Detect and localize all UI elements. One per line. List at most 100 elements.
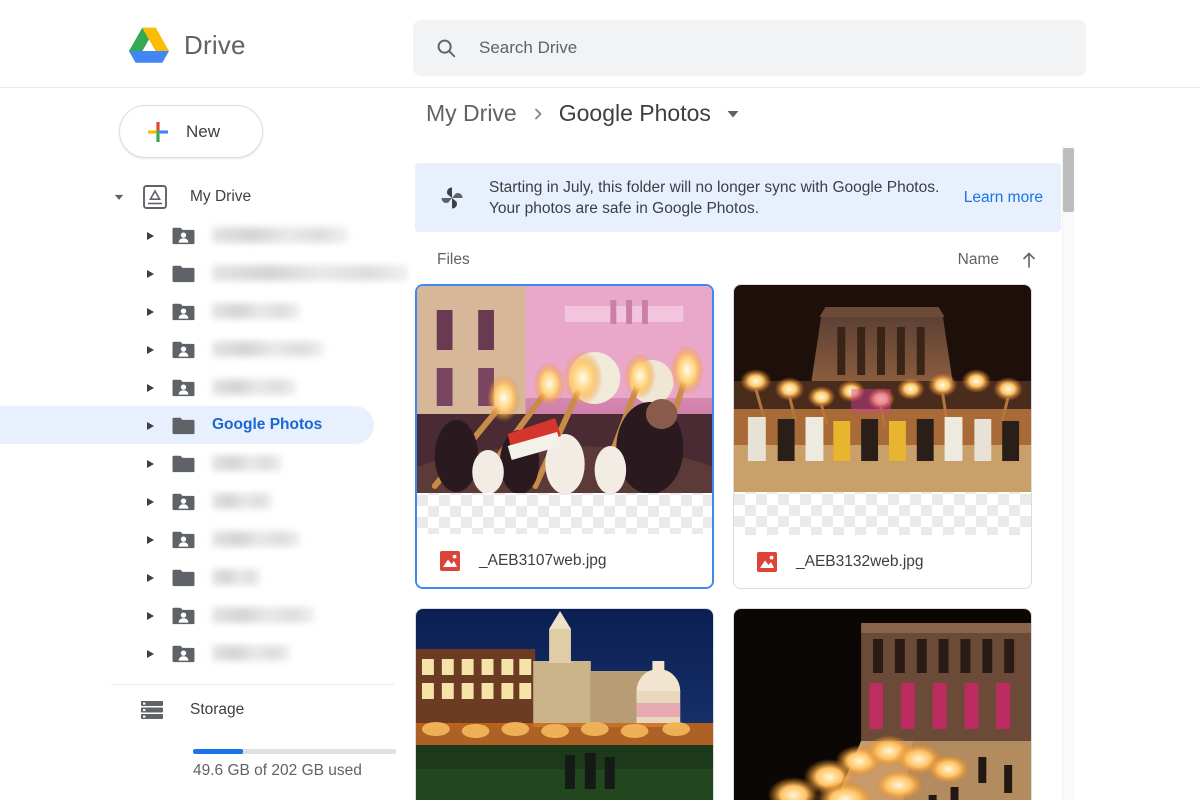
breadcrumb-my-drive[interactable]: My Drive xyxy=(426,100,517,127)
caret-right-icon[interactable] xyxy=(145,306,155,316)
files-header-row: Files Name xyxy=(415,240,1063,280)
plus-icon xyxy=(146,120,170,144)
banner-line-1: Starting in July, this folder will no lo… xyxy=(489,179,939,196)
sidebar-item-7[interactable] xyxy=(0,482,413,520)
folder-tree: My Drive Google Photos xyxy=(0,178,413,672)
file-card[interactable] xyxy=(415,608,714,800)
folder-icon xyxy=(171,415,212,436)
caret-right-icon[interactable] xyxy=(145,458,155,468)
file-name-label: _AEB3132web.jpg xyxy=(796,553,924,571)
shared-folder-icon xyxy=(171,301,212,322)
vertical-scrollbar-thumb[interactable] xyxy=(1063,148,1074,212)
file-thumbnail-area xyxy=(734,609,1031,800)
sidebar-divider xyxy=(111,684,394,685)
sidebar-item-label-redacted xyxy=(212,493,272,509)
sort-by-name-button[interactable]: Name xyxy=(958,251,999,269)
sidebar-item-label-redacted xyxy=(212,265,408,281)
search-bar[interactable] xyxy=(413,20,1086,76)
app-header: Drive xyxy=(0,0,1200,88)
breadcrumb: My Drive Google Photos xyxy=(426,100,739,127)
google-drive-app: Drive New xyxy=(0,0,1200,800)
sidebar-item-label-redacted xyxy=(212,227,348,243)
file-thumbnail-area xyxy=(416,609,713,800)
search-icon xyxy=(435,37,457,59)
folder-icon xyxy=(171,567,212,588)
file-card[interactable] xyxy=(733,608,1032,800)
sidebar-item-google-photos[interactable]: Google Photos xyxy=(0,406,374,444)
chevron-down-icon[interactable] xyxy=(727,110,739,118)
folder-icon xyxy=(171,453,212,474)
search-input[interactable] xyxy=(477,37,1037,59)
sidebar-item-10[interactable] xyxy=(0,596,413,634)
caret-down-icon[interactable] xyxy=(114,192,124,202)
file-card-footer: _AEB3107web.jpg xyxy=(417,534,712,587)
learn-more-link[interactable]: Learn more xyxy=(964,189,1043,207)
sync-notice-banner: Starting in July, this folder will no lo… xyxy=(415,163,1061,232)
storage-section[interactable]: Storage 49.6 GB of 202 GB used xyxy=(0,700,413,720)
sidebar-item-1[interactable] xyxy=(0,254,413,292)
file-card-footer: _AEB3132web.jpg xyxy=(734,535,1031,588)
sidebar-item-label-redacted xyxy=(212,303,300,319)
sidebar-item-0[interactable] xyxy=(0,216,413,254)
file-grid: _AEB3107web.jpg xyxy=(415,284,1063,800)
sidebar-item-4[interactable] xyxy=(0,368,413,406)
sidebar-item-label-redacted xyxy=(212,645,290,661)
sidebar-item-11[interactable] xyxy=(0,634,413,672)
sidebar-item-label-redacted xyxy=(212,569,260,585)
google-photos-pinwheel-icon xyxy=(439,185,489,211)
file-thumbnail-image xyxy=(417,286,712,493)
breadcrumb-google-photos[interactable]: Google Photos xyxy=(559,100,711,127)
caret-right-icon[interactable] xyxy=(145,382,155,392)
caret-right-icon[interactable] xyxy=(145,344,155,354)
caret-right-icon[interactable] xyxy=(145,496,155,506)
vertical-scrollbar-track[interactable] xyxy=(1062,145,1075,800)
folder-icon xyxy=(171,263,212,284)
sidebar-item-6[interactable] xyxy=(0,444,413,482)
shared-folder-icon xyxy=(171,529,212,550)
sidebar-item-3[interactable] xyxy=(0,330,413,368)
file-thumbnail-area xyxy=(417,286,712,538)
banner-line-2: Your photos are safe in Google Photos. xyxy=(489,200,759,217)
brand-name: Drive xyxy=(184,30,246,61)
tree-label-my-drive: My Drive xyxy=(190,188,251,206)
file-thumbnail-image xyxy=(734,285,1031,492)
new-button-label: New xyxy=(186,122,220,142)
shared-folder-icon xyxy=(171,377,212,398)
my-drive-icon xyxy=(142,184,190,210)
caret-right-icon[interactable] xyxy=(145,648,155,658)
file-card[interactable]: _AEB3132web.jpg xyxy=(733,284,1032,589)
caret-right-icon[interactable] xyxy=(145,610,155,620)
brand[interactable]: Drive xyxy=(128,26,246,64)
caret-right-icon[interactable] xyxy=(145,534,155,544)
file-thumbnail-image xyxy=(734,609,1031,800)
storage-icon xyxy=(140,700,164,720)
caret-right-icon[interactable] xyxy=(145,420,155,430)
sidebar-item-8[interactable] xyxy=(0,520,413,558)
shared-folder-icon xyxy=(171,225,212,246)
sidebar-item-label-redacted xyxy=(212,607,314,623)
storage-progress-bar xyxy=(193,749,396,754)
storage-usage-text: 49.6 GB of 202 GB used xyxy=(193,762,362,780)
image-file-icon xyxy=(756,551,778,573)
new-button[interactable]: New xyxy=(119,105,263,158)
sidebar-item-label: Google Photos xyxy=(212,416,322,434)
storage-title: Storage xyxy=(190,701,244,719)
file-thumbnail-image xyxy=(416,609,713,800)
sidebar-item-label-redacted xyxy=(212,341,324,357)
files-label: Files xyxy=(415,251,470,269)
sidebar-item-2[interactable] xyxy=(0,292,413,330)
chevron-right-icon xyxy=(531,107,545,121)
caret-right-icon[interactable] xyxy=(145,268,155,278)
caret-right-icon[interactable] xyxy=(145,230,155,240)
sidebar: New My Drive Google Photos xyxy=(0,88,413,800)
sidebar-item-label-redacted xyxy=(212,455,282,471)
arrow-up-icon[interactable] xyxy=(1021,251,1037,269)
shared-folder-icon xyxy=(171,339,212,360)
image-file-icon xyxy=(439,550,461,572)
tree-row-my-drive[interactable]: My Drive xyxy=(0,178,413,216)
caret-right-icon[interactable] xyxy=(145,572,155,582)
file-card[interactable]: _AEB3107web.jpg xyxy=(415,284,714,589)
banner-text: Starting in July, this folder will no lo… xyxy=(489,177,964,219)
file-thumbnail-area xyxy=(734,285,1031,537)
sidebar-item-9[interactable] xyxy=(0,558,413,596)
